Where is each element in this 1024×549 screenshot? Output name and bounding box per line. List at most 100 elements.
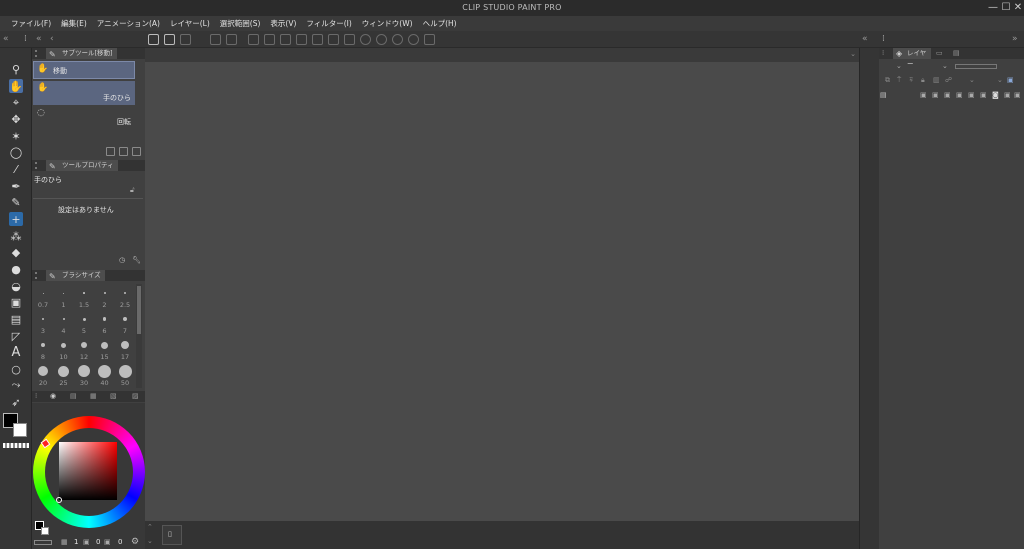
- delete-layer-icon[interactable]: ▣: [1014, 91, 1021, 99]
- color-set-tab-icon[interactable]: ▦: [90, 392, 97, 400]
- object-tool-icon[interactable]: ➶: [9, 395, 23, 409]
- tab-tool-property[interactable]: ✎ ツールプロパティ: [46, 160, 118, 171]
- collapse-left-icon[interactable]: «: [3, 34, 9, 44]
- lasso-tool-icon[interactable]: ◯: [9, 145, 23, 159]
- rotate-right-icon[interactable]: [376, 34, 387, 45]
- chevron-down-icon[interactable]: ⌄: [969, 76, 975, 84]
- menu-window[interactable]: ウィンドウ(W): [357, 18, 418, 29]
- chevron-down-icon[interactable]: ⌄: [997, 76, 1003, 84]
- color-wheel-tab-icon[interactable]: ◉: [50, 392, 56, 400]
- fill-tool-icon[interactable]: ◒: [9, 279, 23, 293]
- fill-icon[interactable]: [280, 34, 291, 45]
- brush-size-item[interactable]: 17: [115, 336, 135, 361]
- layer-property-tab-icon[interactable]: ▭: [936, 49, 943, 57]
- airbrush-tool-icon[interactable]: ⁂: [9, 229, 23, 243]
- move-tool-icon[interactable]: ✋: [9, 79, 23, 93]
- menu-help[interactable]: ヘルプ(H): [418, 18, 462, 29]
- mask-icon[interactable]: ☍: [945, 76, 952, 84]
- chevron-down-icon[interactable]: ⌄: [896, 62, 902, 70]
- brush-size-item[interactable]: 4: [54, 310, 74, 335]
- minimize-button[interactable]: —: [986, 1, 1000, 15]
- chevron-up-icon[interactable]: ⌃: [147, 523, 153, 531]
- new-folder-icon[interactable]: ▣: [944, 91, 951, 99]
- tab-layer[interactable]: ◈ レイヤー: [893, 48, 931, 68]
- brush-size-item[interactable]: 5: [74, 310, 94, 335]
- zoom-in-icon[interactable]: [408, 34, 419, 45]
- transform-icon[interactable]: [296, 34, 307, 45]
- zoom-out-icon[interactable]: [392, 34, 403, 45]
- transfer-icon[interactable]: ▣: [956, 91, 963, 99]
- sub-color-mini[interactable]: [41, 527, 49, 535]
- transparent-color-swatch[interactable]: [3, 443, 29, 448]
- gradient-tool-icon[interactable]: ▣: [9, 295, 23, 309]
- brush-size-item[interactable]: 15: [95, 336, 115, 361]
- clear-icon[interactable]: [248, 34, 259, 45]
- deselect-icon[interactable]: [312, 34, 323, 45]
- brush-size-item[interactable]: 30: [74, 362, 94, 387]
- color-picker-handle[interactable]: [56, 497, 62, 503]
- clear-outside-icon[interactable]: [264, 34, 275, 45]
- brush-size-item[interactable]: 2: [95, 284, 115, 309]
- redo-icon[interactable]: [226, 34, 237, 45]
- duplicate-subtool-icon[interactable]: [119, 147, 128, 156]
- reference-icon[interactable]: ⍑: [897, 76, 901, 85]
- opacity-slider[interactable]: [955, 64, 997, 69]
- blend-tool-icon[interactable]: ●: [9, 262, 23, 276]
- save-icon[interactable]: [180, 34, 191, 45]
- delete-subtool-icon[interactable]: [132, 147, 141, 156]
- brush-tool-icon[interactable]: +: [9, 212, 23, 226]
- correct-line-tool-icon[interactable]: ⤳: [9, 378, 23, 392]
- chevron-down-icon[interactable]: ⌄: [942, 62, 948, 70]
- new-file-icon[interactable]: [148, 34, 159, 45]
- chevron-down-icon[interactable]: ⌄: [147, 537, 153, 545]
- chevron-down-icon[interactable]: ⌄: [850, 50, 856, 58]
- rotate-left-icon[interactable]: [360, 34, 371, 45]
- menu-edit[interactable]: 編集(E): [56, 18, 92, 29]
- text-tool-icon[interactable]: A: [9, 345, 23, 360]
- brush-size-item[interactable]: 2.5: [115, 284, 135, 309]
- menu-view[interactable]: 表示(V): [265, 18, 301, 29]
- lock-transparent-icon[interactable]: ▥: [933, 76, 940, 84]
- brush-size-item[interactable]: 20: [33, 362, 53, 387]
- menu-filter[interactable]: フィルター(I): [301, 18, 356, 29]
- navigator-button[interactable]: ▯: [162, 525, 182, 545]
- brush-size-item[interactable]: 12: [74, 336, 94, 361]
- saturation-value-square[interactable]: [59, 442, 117, 500]
- ruler-tool-icon[interactable]: ◸: [9, 329, 23, 343]
- ruler-layer-icon[interactable]: ▣: [1004, 91, 1011, 99]
- wrench-icon[interactable]: 🔧︎: [132, 256, 141, 264]
- layer-list-icon[interactable]: ▤: [880, 91, 887, 99]
- operation-tool-icon[interactable]: ⌖: [9, 96, 23, 110]
- transparent-mini[interactable]: [34, 540, 52, 545]
- collapse-icon[interactable]: «: [36, 34, 42, 44]
- auto-select-tool-icon[interactable]: ✶: [9, 129, 23, 143]
- brush-size-item[interactable]: 25: [54, 362, 74, 387]
- undo-icon[interactable]: [210, 34, 221, 45]
- subtool-group-move[interactable]: ✋ 移動: [33, 61, 135, 79]
- brush-size-item[interactable]: 0.7: [33, 284, 53, 309]
- menu-animation[interactable]: アニメーション(A): [92, 18, 165, 29]
- eraser-tool-icon[interactable]: ◆: [9, 245, 23, 259]
- intermediate-color-tab-icon[interactable]: ▧: [110, 392, 117, 400]
- clip-icon[interactable]: ⧉: [885, 76, 890, 85]
- chevron-left-icon[interactable]: ‹: [50, 34, 54, 44]
- menu-file[interactable]: ファイル(F): [6, 18, 56, 29]
- settings-icon[interactable]: ⚙: [131, 537, 139, 547]
- zoom-tool-icon[interactable]: ⚲: [9, 62, 23, 76]
- balloon-tool-icon[interactable]: ○: [9, 362, 23, 376]
- tab-subtool[interactable]: ✎ サブツール[移動]: [46, 48, 117, 59]
- flip-horizontal-icon[interactable]: [328, 34, 339, 45]
- reset-icon[interactable]: ◷: [119, 256, 125, 264]
- pencil-tool-icon[interactable]: ✎: [9, 195, 23, 209]
- color-slider-tab-icon[interactable]: ▤: [70, 392, 77, 400]
- subtool-item-hand[interactable]: ✋ 手のひら: [33, 81, 135, 105]
- mask-layer-icon[interactable]: ◙: [992, 91, 999, 99]
- brush-size-item[interactable]: 8: [33, 336, 53, 361]
- brush-size-item[interactable]: 40: [95, 362, 115, 387]
- new-raster-layer-icon[interactable]: ▣: [920, 91, 927, 99]
- fit-view-icon[interactable]: [424, 34, 435, 45]
- lock-icon[interactable]: 🔒︎: [921, 76, 925, 85]
- brush-size-item[interactable]: 3: [33, 310, 53, 335]
- flip-vertical-icon[interactable]: [344, 34, 355, 45]
- collapse-right-panel-icon[interactable]: »: [1012, 34, 1018, 44]
